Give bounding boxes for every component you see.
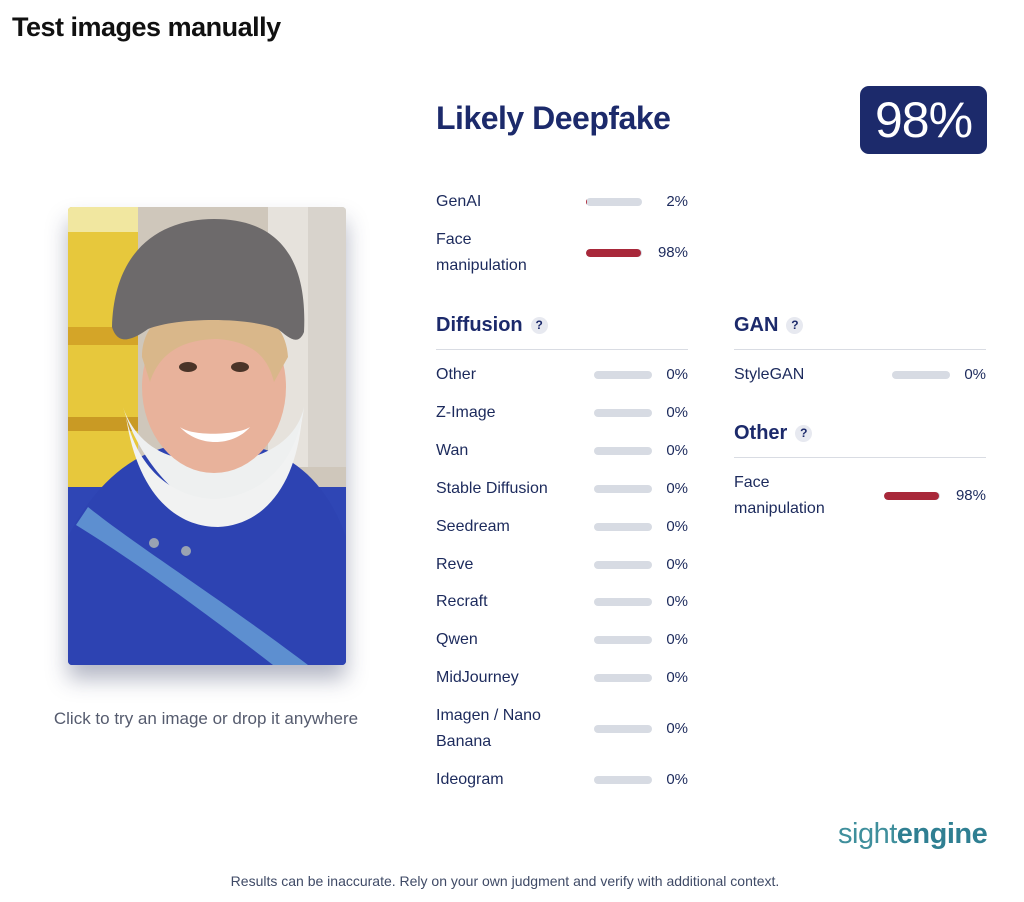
score-percent: 0% bbox=[666, 631, 688, 648]
section-title-other-label: Other bbox=[734, 422, 788, 444]
score-row: Other 0% bbox=[436, 362, 688, 388]
score-bar bbox=[594, 561, 652, 569]
score-row: Face manipulation 98% bbox=[436, 227, 688, 279]
disclaimer-text: Results can be inaccurate. Rely on your … bbox=[230, 873, 780, 889]
score-bar bbox=[594, 776, 652, 784]
score-percent: 0% bbox=[666, 593, 688, 610]
section-title-other: Other? bbox=[734, 422, 813, 445]
score-row-label: Z-Image bbox=[436, 404, 496, 421]
score-row: Imagen / Nano Banana 0% bbox=[436, 703, 688, 755]
score-bar bbox=[594, 447, 652, 455]
score-row-label: Other bbox=[436, 366, 477, 383]
score-row: Seedream 0% bbox=[436, 514, 688, 540]
score-row-label: GenAI bbox=[436, 193, 482, 210]
logo-part-engine: engine bbox=[896, 818, 988, 850]
score-bar bbox=[594, 598, 652, 606]
score-row-label: Seedream bbox=[436, 518, 510, 535]
page-title: Test images manually bbox=[12, 12, 281, 42]
score-row-label: Qwen bbox=[436, 631, 478, 648]
score-row: Recraft 0% bbox=[436, 589, 688, 615]
portrait-photo bbox=[68, 207, 346, 665]
help-icon[interactable]: ? bbox=[795, 425, 813, 443]
score-bar bbox=[594, 674, 652, 682]
score-row-label: MidJourney bbox=[436, 669, 519, 686]
score-row-label: Recraft bbox=[436, 593, 488, 610]
score-bar bbox=[586, 198, 642, 206]
help-icon[interactable]: ? bbox=[786, 317, 804, 335]
score-bar bbox=[586, 249, 642, 257]
score-bar bbox=[594, 523, 652, 531]
score-row-label: Ideogram bbox=[436, 771, 504, 788]
score-row-label: Stable Diffusion bbox=[436, 480, 548, 497]
section-title-gan: GAN? bbox=[734, 314, 804, 337]
score-percent: 0% bbox=[666, 480, 688, 497]
section-title-gan-label: GAN bbox=[734, 314, 779, 336]
score-row: Ideogram 0% bbox=[436, 767, 688, 793]
score-percent: 0% bbox=[666, 366, 688, 383]
score-percent: 98% bbox=[955, 487, 986, 504]
score-row: Reve 0% bbox=[436, 552, 688, 578]
score-row: GenAI 2% bbox=[436, 189, 688, 215]
score-bar bbox=[594, 485, 652, 493]
score-row: Stable Diffusion 0% bbox=[436, 476, 688, 502]
score-row-label: Face manipulation bbox=[734, 474, 825, 517]
score-percent: 0% bbox=[666, 404, 688, 421]
help-icon[interactable]: ? bbox=[530, 317, 548, 335]
score-row: Z-Image 0% bbox=[436, 400, 688, 426]
score-percent: 0% bbox=[666, 669, 688, 686]
score-row: Wan 0% bbox=[436, 438, 688, 464]
score-bar-fill bbox=[586, 249, 641, 257]
sightengine-logo[interactable]: sightengine bbox=[838, 818, 988, 851]
score-percent: 2% bbox=[666, 193, 688, 210]
score-percent: 0% bbox=[666, 442, 688, 459]
score-percent: 0% bbox=[666, 771, 688, 788]
score-bar bbox=[884, 492, 940, 500]
score-percent: 0% bbox=[666, 556, 688, 573]
divider bbox=[734, 349, 986, 350]
score-percent: 0% bbox=[666, 720, 688, 737]
score-row: Qwen 0% bbox=[436, 627, 688, 653]
score-percent: 0% bbox=[964, 366, 986, 383]
score-bar bbox=[594, 371, 652, 379]
score-bar bbox=[594, 636, 652, 644]
score-bar bbox=[594, 725, 652, 733]
score-bar bbox=[594, 409, 652, 417]
divider bbox=[436, 349, 688, 350]
score-row: StyleGAN 0% bbox=[734, 362, 986, 388]
score-bar-fill bbox=[884, 492, 939, 500]
score-row: MidJourney 0% bbox=[436, 665, 688, 691]
score-row-label: StyleGAN bbox=[734, 366, 805, 383]
section-title-diffusion: Diffusion? bbox=[436, 314, 548, 337]
upload-hint[interactable]: Click to try an image or drop it anywher… bbox=[0, 709, 412, 729]
uploaded-image-preview[interactable] bbox=[68, 207, 346, 665]
score-row-label: Wan bbox=[436, 442, 469, 459]
divider bbox=[734, 457, 986, 458]
score-row-label: Reve bbox=[436, 556, 474, 573]
score-row-label: Imagen / Nano Banana bbox=[436, 707, 541, 750]
score-percent: 0% bbox=[666, 518, 688, 535]
score-bar-fill bbox=[586, 198, 588, 206]
score-badge: 98% bbox=[860, 86, 987, 154]
section-title-diffusion-label: Diffusion bbox=[436, 314, 523, 336]
score-percent: 98% bbox=[657, 244, 688, 261]
logo-part-sight: sight bbox=[838, 818, 897, 850]
verdict-title: Likely Deepfake bbox=[436, 100, 671, 136]
score-bar bbox=[892, 371, 950, 379]
score-row-label: Face manipulation bbox=[436, 231, 527, 274]
score-row: Face manipulation 98% bbox=[734, 470, 986, 522]
